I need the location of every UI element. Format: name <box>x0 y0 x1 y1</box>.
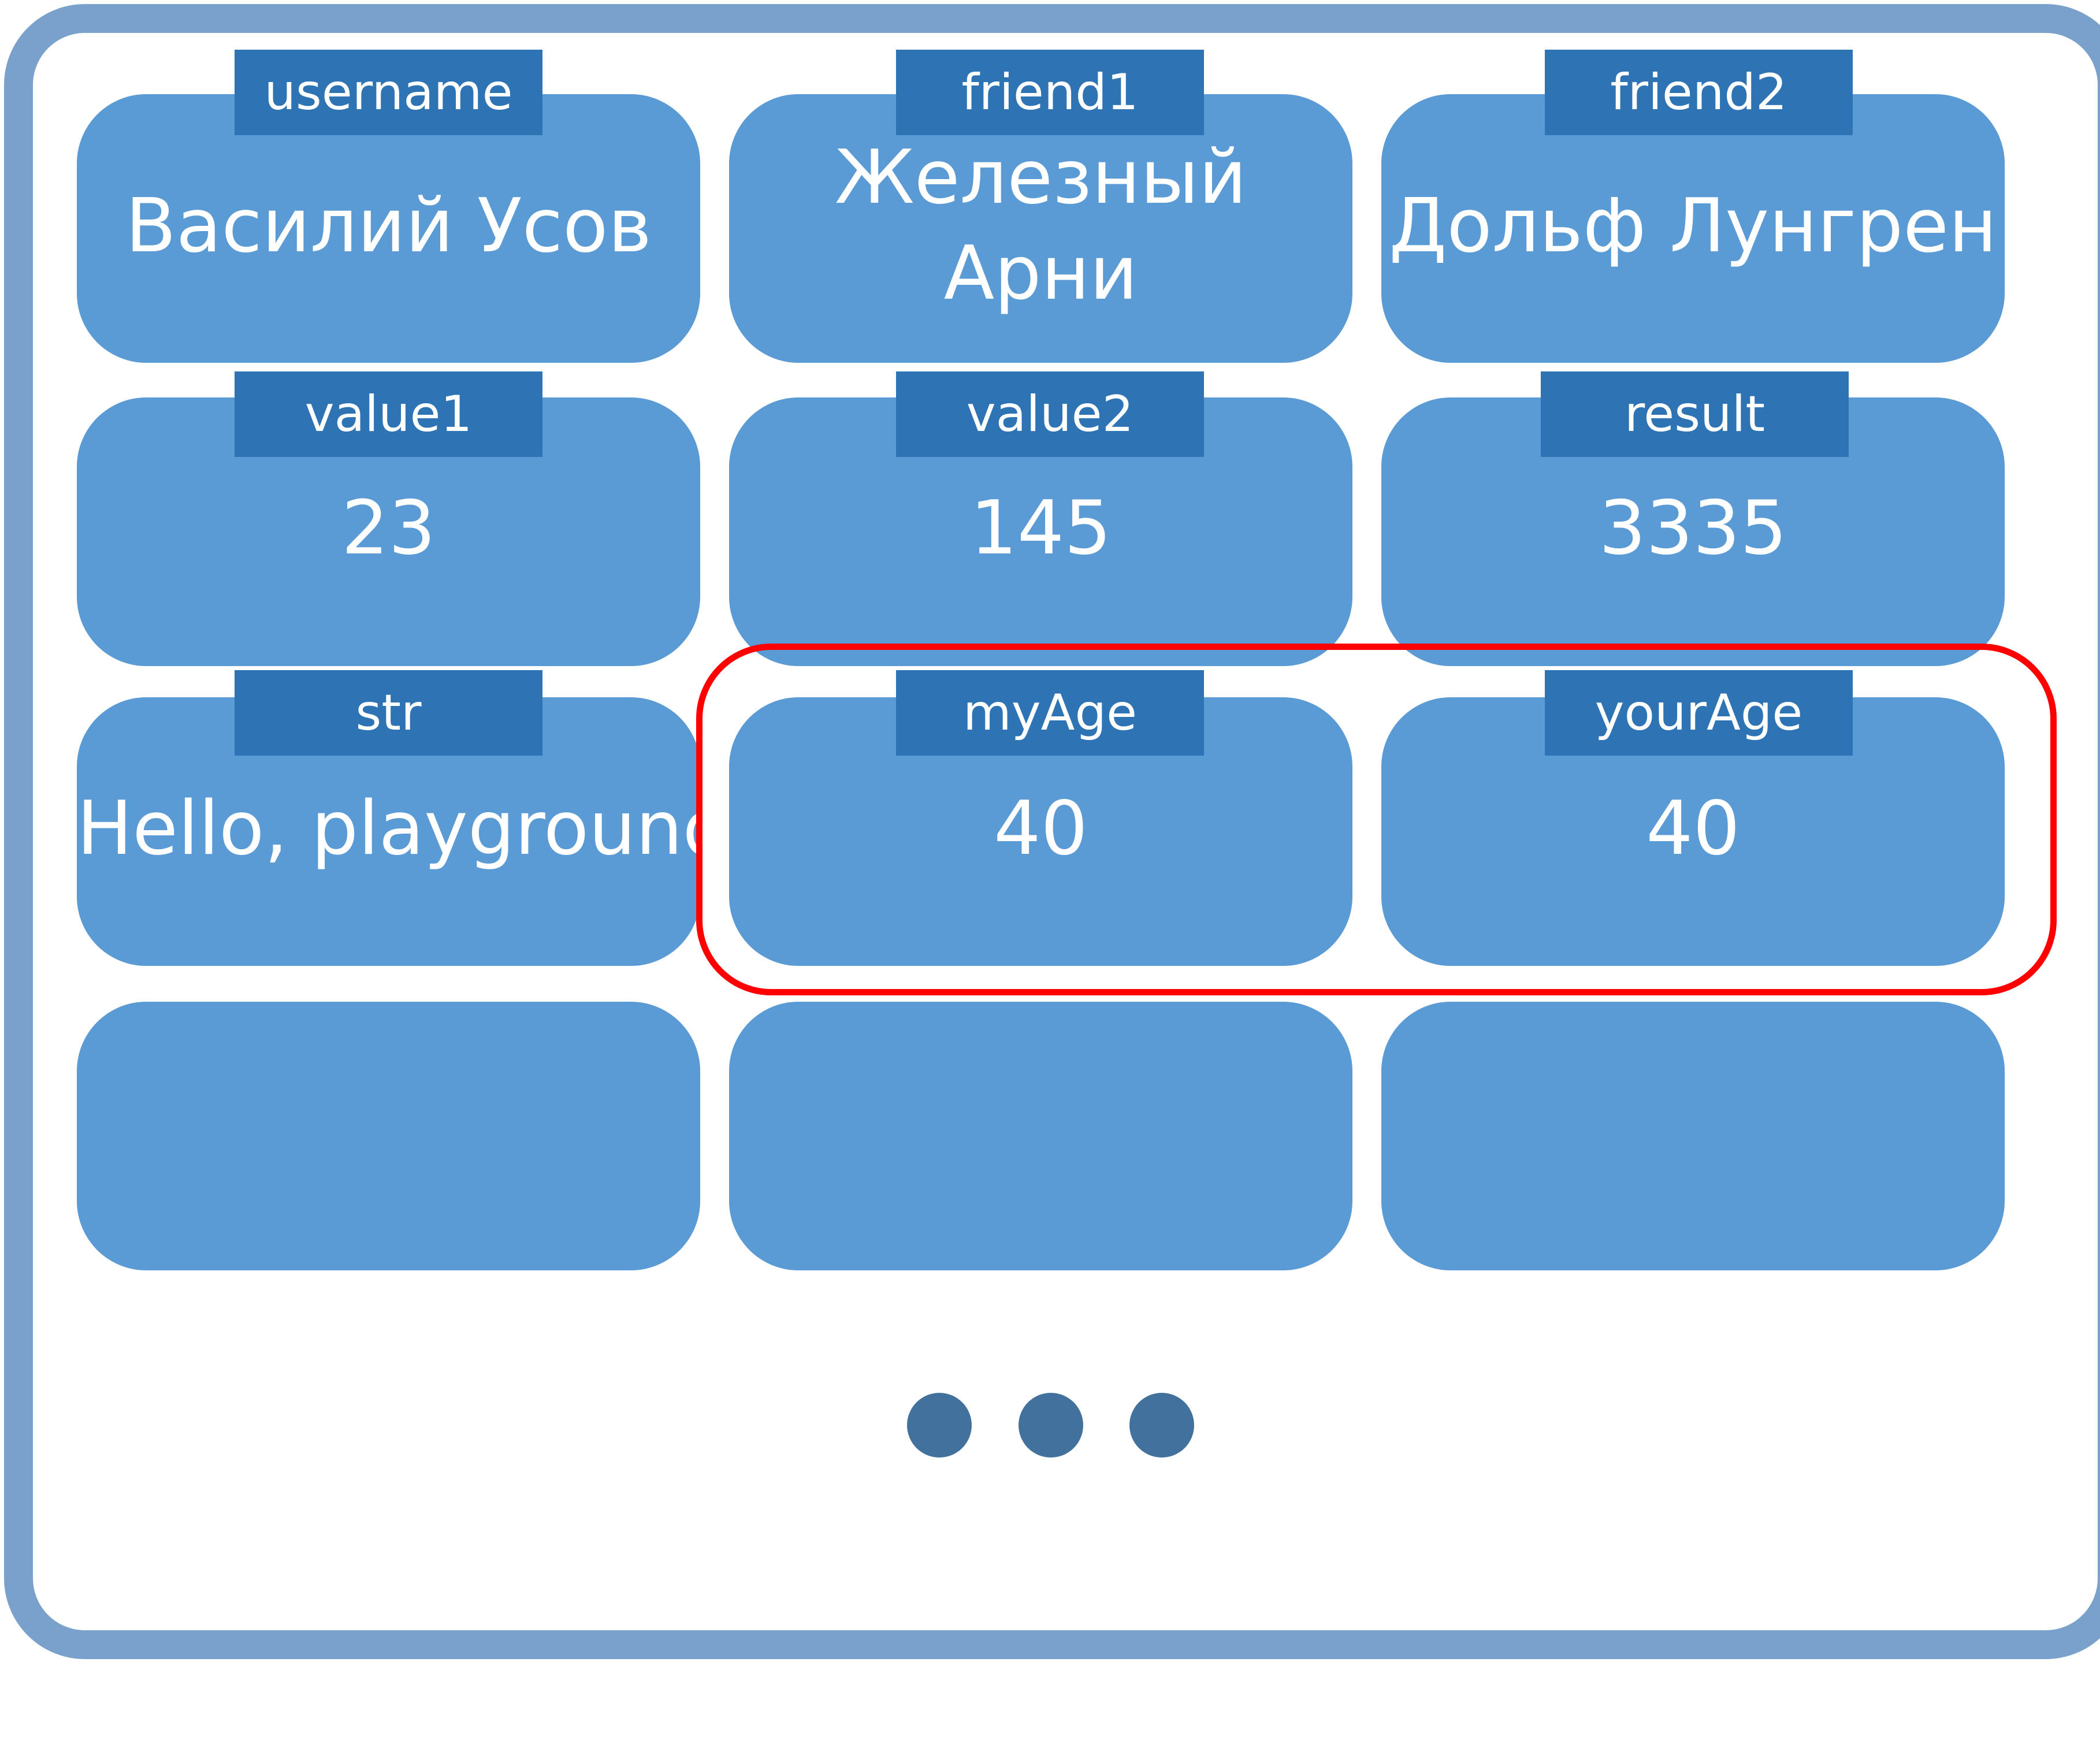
cell-empty-3 <box>1381 1002 2005 1270</box>
cell-label-friend1: friend1 <box>896 50 1204 135</box>
cell-value-friend1-line2: Арни <box>943 231 1138 317</box>
cell-value-friend2: Дольф Лунгрен <box>1389 183 1997 269</box>
cell-label-str: str <box>235 670 542 756</box>
cell-label-result: result <box>1541 371 1849 457</box>
cell-value-result: 3335 <box>1599 485 1787 571</box>
cell-value-value1: 23 <box>341 485 436 571</box>
cell-value-value2: 145 <box>970 485 1112 571</box>
cell-value-friend1-line1: Железный <box>834 135 1247 221</box>
cell-label-friend2: friend2 <box>1545 50 1853 135</box>
cell-value-username: Василий Усов <box>125 183 652 269</box>
cell-label-username: username <box>235 50 542 135</box>
cell-empty-1 <box>77 1002 700 1270</box>
cell-empty-2 <box>729 1002 1352 1270</box>
cell-label-value2: value2 <box>896 371 1204 457</box>
ellipsis-dot <box>1019 1393 1083 1458</box>
cell-label-value1: value1 <box>235 371 542 457</box>
ellipsis-dot <box>1129 1393 1194 1458</box>
cell-value-str: Hello, playground <box>77 786 730 872</box>
ellipsis-dot <box>907 1393 972 1458</box>
highlight-box <box>696 644 2057 995</box>
